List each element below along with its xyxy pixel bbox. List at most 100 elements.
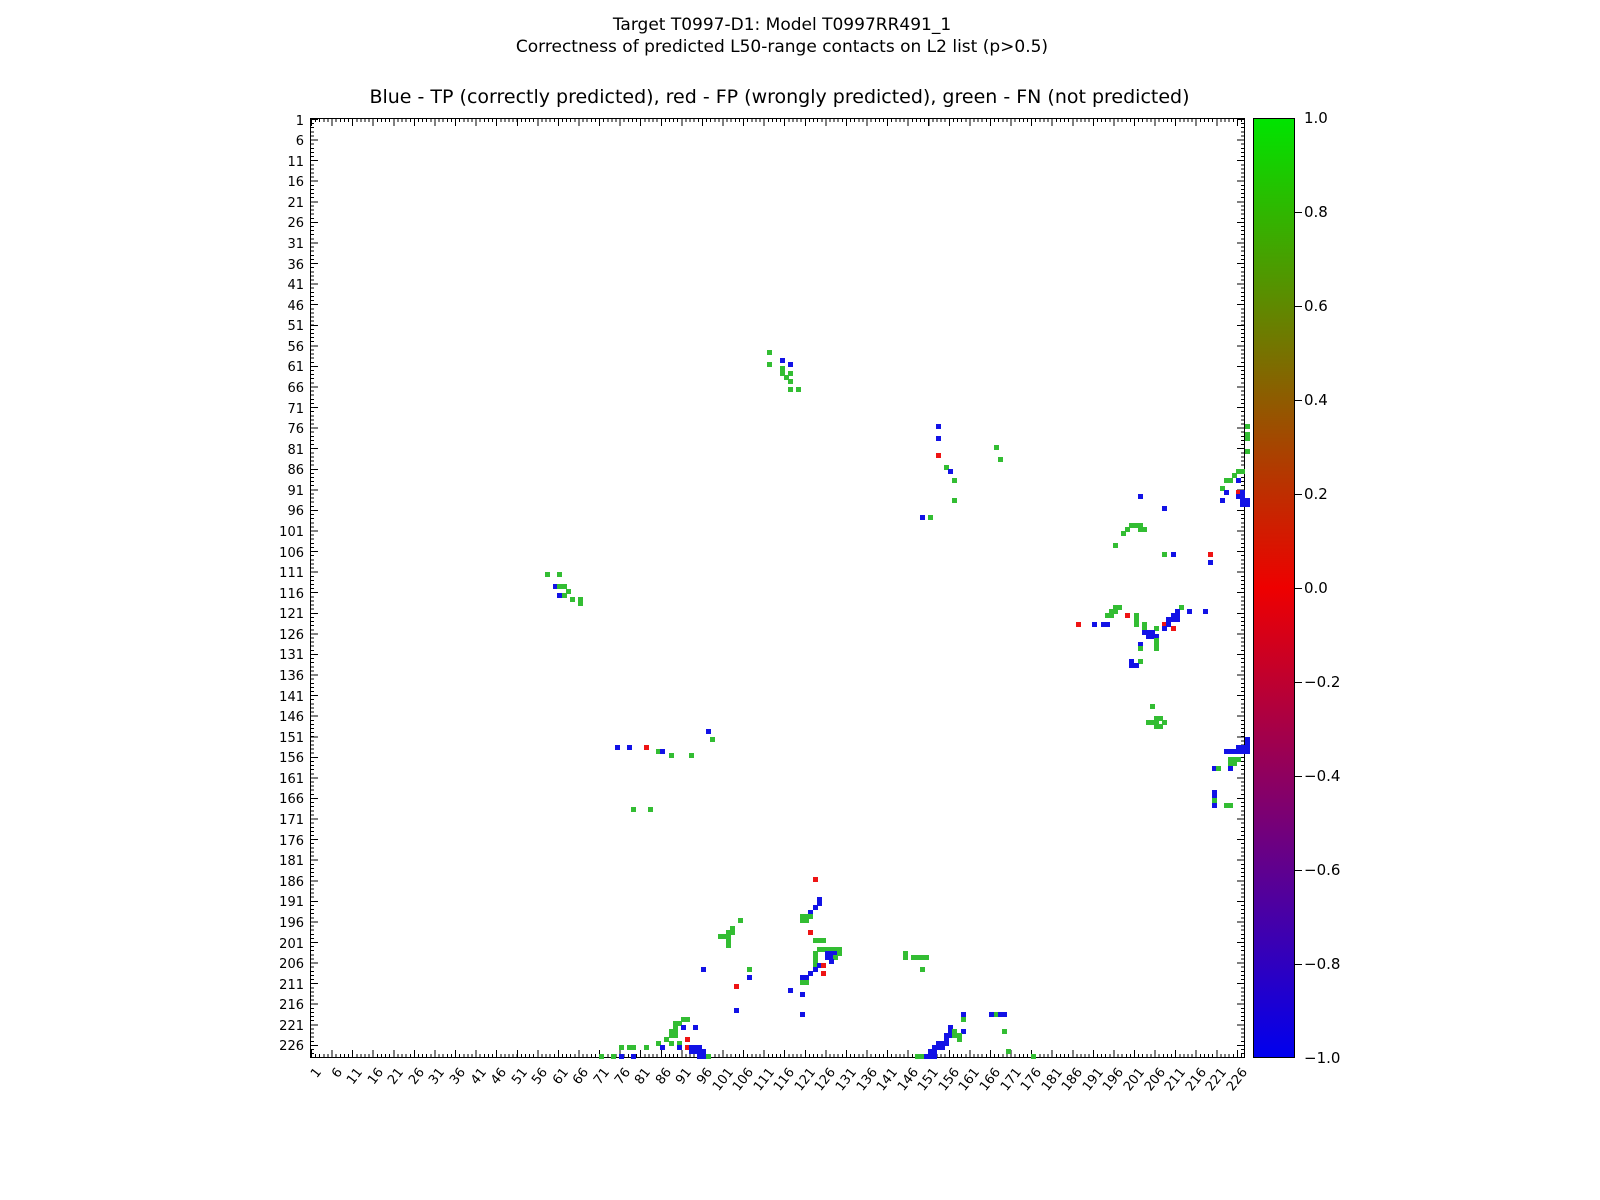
contact-point-tp (1187, 609, 1192, 614)
colorbar-tick-mark (1295, 870, 1302, 871)
contact-point-fn (611, 1054, 616, 1059)
contact-point-fn (747, 967, 752, 972)
contact-point-fp (1076, 622, 1081, 627)
colorbar-tick-mark (1295, 400, 1302, 401)
contact-point-tp (681, 1025, 686, 1030)
contact-point-fn (726, 943, 731, 948)
contact-point-tp (1134, 663, 1139, 668)
y-axis-minor-ticks-right (1241, 119, 1244, 1057)
contact-point-fn (961, 1017, 966, 1022)
contact-point-tp (631, 1054, 636, 1059)
contact-point-fn (710, 737, 715, 742)
y-tick-label: 61 (260, 360, 304, 375)
y-tick-label: 41 (260, 278, 304, 293)
contact-point-fn (1240, 469, 1245, 474)
y-tick-label: 186 (260, 875, 304, 890)
contact-point-fn (644, 1045, 649, 1050)
contact-point-fn (706, 1054, 711, 1059)
contact-point-fn (952, 478, 957, 483)
contact-point-tp (677, 1045, 682, 1050)
y-tick-label: 166 (260, 792, 304, 807)
colorbar-tick-mark (1295, 776, 1302, 777)
colorbar-tick-label: −0.6 (1304, 861, 1364, 879)
contact-point-tp (948, 469, 953, 474)
contact-point-fn (767, 350, 772, 355)
y-tick-label: 206 (260, 957, 304, 972)
contact-point-tp (1175, 609, 1180, 614)
contact-point-fn (689, 753, 694, 758)
contact-point-tp (1245, 502, 1250, 507)
y-tick-label: 211 (260, 978, 304, 993)
contact-point-tp (627, 745, 632, 750)
colorbar-tick-label: −0.4 (1304, 767, 1364, 785)
colorbar-tick-label: −0.2 (1304, 673, 1364, 691)
contact-point-fp (685, 1037, 690, 1042)
contact-point-fn (788, 379, 793, 384)
contact-point-fn (738, 918, 743, 923)
colorbar-tick-label: −1.0 (1304, 1049, 1364, 1067)
contact-point-fn (1158, 724, 1163, 729)
y-tick-label: 121 (260, 607, 304, 622)
contact-point-tp (788, 362, 793, 367)
y-tick-label: 176 (260, 834, 304, 849)
y-tick-label: 201 (260, 937, 304, 952)
contact-point-tp (747, 975, 752, 980)
contact-point-fn (903, 955, 908, 960)
colorbar-tick-label: 0.0 (1304, 579, 1364, 597)
x-axis-major-ticks-bottom (311, 1050, 1244, 1057)
y-tick-label: 6 (260, 134, 304, 149)
contact-point-fn (562, 593, 567, 598)
y-tick-label: 26 (260, 216, 304, 231)
contact-map-plot-area (310, 118, 1245, 1058)
y-tick-label: 16 (260, 175, 304, 190)
contact-point-fn (1142, 527, 1147, 532)
contact-point-fn (578, 601, 583, 606)
colorbar-tick-mark (1295, 494, 1302, 495)
y-tick-label: 51 (260, 319, 304, 334)
y-tick-label: 11 (260, 155, 304, 170)
contact-point-fn (920, 967, 925, 972)
contact-point-fp (1125, 613, 1130, 618)
contact-point-fn (952, 498, 957, 503)
contact-point-tp (1105, 622, 1110, 627)
contact-point-fn (631, 1045, 636, 1050)
contact-point-tp (619, 1054, 624, 1059)
y-tick-label: 91 (260, 484, 304, 499)
y-tick-label: 181 (260, 854, 304, 869)
contact-point-fp (644, 745, 649, 750)
contact-point-fn (1228, 803, 1233, 808)
contact-point-fn (928, 515, 933, 520)
contact-point-tp (940, 1045, 945, 1050)
y-tick-label: 81 (260, 443, 304, 458)
contact-point-tp (1162, 626, 1167, 631)
colorbar-tick-mark (1295, 212, 1302, 213)
contact-point-fn (669, 753, 674, 758)
contact-point-fp (1171, 626, 1176, 631)
colorbar-tick-label: 0.8 (1304, 203, 1364, 221)
figure-title-line1: Target T0997-D1: Model T0997RR491_1 (312, 14, 1252, 36)
contact-point-fn (788, 387, 793, 392)
colorbar-tick-mark (1295, 588, 1302, 589)
y-tick-label: 156 (260, 751, 304, 766)
contact-point-tp (706, 729, 711, 734)
contact-point-fn (998, 457, 1003, 462)
contact-point-fn (804, 918, 809, 923)
y-tick-label: 221 (260, 1019, 304, 1034)
contact-point-fp (808, 930, 813, 935)
axes-title: Blue - TP (correctly predicted), red - F… (312, 86, 1247, 108)
y-tick-label: 116 (260, 587, 304, 602)
x-axis-major-ticks-top (311, 119, 1244, 126)
contact-point-tp (1171, 552, 1176, 557)
y-tick-label: 131 (260, 648, 304, 663)
contact-point-fn (924, 955, 929, 960)
figure-title-line2: Correctness of predicted L50-range conta… (312, 36, 1252, 58)
y-tick-label: 71 (260, 402, 304, 417)
contact-point-fn (631, 807, 636, 812)
x-axis-minor-ticks-bottom (311, 1054, 1244, 1057)
contact-point-fn (1245, 449, 1250, 454)
contact-point-fn (1245, 436, 1250, 441)
contact-point-fn (1109, 613, 1114, 618)
contact-point-fn (994, 445, 999, 450)
contact-point-fp (821, 971, 826, 976)
y-tick-label: 191 (260, 895, 304, 910)
